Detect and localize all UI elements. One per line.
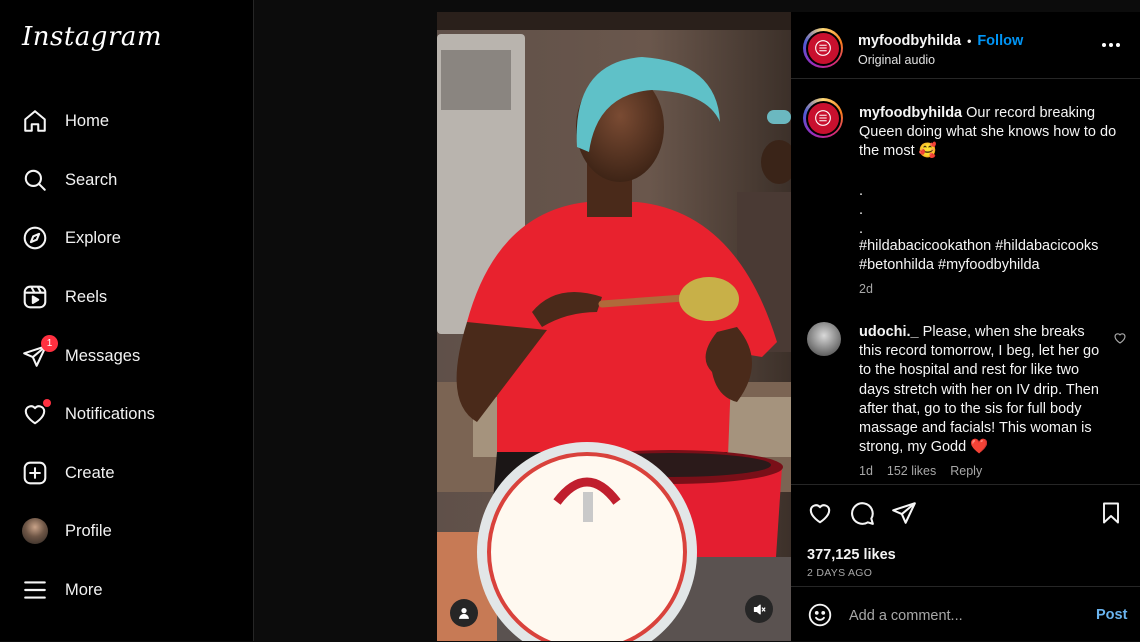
- nav-explore-label: Explore: [65, 228, 121, 247]
- instagram-logo[interactable]: Instagram: [22, 22, 162, 52]
- post-video[interactable]: [437, 12, 791, 641]
- more-options-button[interactable]: [1101, 38, 1121, 52]
- post-date: 2 DAYS AGO: [807, 567, 873, 579]
- heart-icon: [809, 504, 831, 524]
- post-actions: 377,125 likes 2 DAYS AGO: [791, 484, 1140, 599]
- comment-like-button[interactable]: [1113, 331, 1127, 345]
- save-button[interactable]: [1099, 500, 1123, 526]
- nav-more[interactable]: More: [22, 575, 103, 605]
- nav-explore[interactable]: Explore: [22, 223, 121, 253]
- brand-logo-icon: [815, 40, 831, 56]
- messages-badge: 1: [41, 335, 58, 352]
- caption-hashtags[interactable]: #hildabacicookathon #hildabacicooks #bet…: [859, 237, 1117, 275]
- more-dots-icon: [1102, 43, 1120, 47]
- caption-dot-1: .: [859, 183, 864, 199]
- comment-text: Please, when she breaks this record tomo…: [859, 324, 1100, 456]
- nav-notifications-label: Notifications: [65, 404, 155, 423]
- nav-home-label: Home: [65, 111, 110, 130]
- comment-avatar[interactable]: [807, 322, 841, 356]
- mute-button[interactable]: [745, 595, 773, 623]
- compass-icon: [22, 225, 48, 251]
- post-header: myfoodbyhilda • Follow Original audio: [791, 12, 1140, 79]
- nav-search[interactable]: Search: [22, 165, 117, 195]
- comment-age: 1d: [859, 464, 873, 478]
- notification-dot: [43, 399, 51, 407]
- heart-icon: [22, 399, 51, 427]
- comment-bubble-icon: [851, 502, 874, 525]
- comment-reply-button[interactable]: Reply: [950, 464, 982, 478]
- nav-messages-label: Messages: [65, 346, 141, 365]
- user-icon: [459, 608, 469, 619]
- caption-dot-2: .: [859, 202, 864, 218]
- nav-search-label: Search: [65, 170, 118, 189]
- brand-logo-icon: [815, 110, 831, 126]
- nav-more-label: More: [65, 580, 103, 599]
- avatar: [22, 518, 48, 544]
- tag-user-button[interactable]: [450, 599, 478, 627]
- caption-avatar[interactable]: [803, 98, 843, 138]
- share-button[interactable]: [891, 500, 917, 526]
- nav-home[interactable]: Home: [22, 106, 109, 136]
- nav-create-label: Create: [65, 463, 115, 482]
- bookmark-icon: [1103, 502, 1119, 524]
- nav-reels[interactable]: Reels: [22, 282, 107, 312]
- author-avatar[interactable]: [803, 28, 843, 68]
- paper-plane-icon: 1: [22, 335, 58, 369]
- likes-count[interactable]: 377,125 likes: [807, 547, 896, 563]
- comment-input[interactable]: [847, 604, 1071, 628]
- sidebar: Instagram Home Search Explore Reels 1 Me…: [0, 0, 254, 641]
- post-comment-button[interactable]: Post: [1096, 607, 1127, 623]
- muted-speaker-icon: [753, 604, 766, 614]
- reels-icon: [22, 284, 48, 310]
- like-button[interactable]: [807, 500, 833, 526]
- hamburger-icon: [22, 577, 48, 603]
- comment-meta: 1d 152 likes Reply: [859, 464, 982, 478]
- original-audio-link[interactable]: Original audio: [858, 53, 935, 67]
- nav-reels-label: Reels: [65, 287, 108, 306]
- comment-likes[interactable]: 152 likes: [887, 464, 936, 478]
- comment: udochi._ Please, when she breaks this re…: [859, 323, 1109, 457]
- home-icon: [22, 108, 48, 134]
- nav-notifications[interactable]: Notifications: [22, 399, 155, 429]
- comment-button[interactable]: [849, 500, 875, 526]
- video-frame-illustration: [437, 12, 791, 641]
- post-caption: myfoodbyhilda Our record breaking Queen …: [859, 104, 1121, 162]
- nav-create[interactable]: Create: [22, 458, 115, 488]
- nav-profile-label: Profile: [65, 521, 112, 540]
- heart-outline-icon: [1114, 333, 1126, 344]
- author-username[interactable]: myfoodbyhilda: [858, 33, 961, 49]
- paper-plane-icon: [892, 502, 916, 524]
- emoji-icon: [808, 603, 832, 627]
- caption-username[interactable]: myfoodbyhilda: [859, 105, 962, 121]
- header-separator: •: [967, 34, 972, 48]
- post-panel: myfoodbyhilda • Follow Original audio my…: [791, 12, 1140, 641]
- nav-messages[interactable]: 1 Messages: [22, 335, 141, 371]
- nav-profile[interactable]: Profile: [22, 516, 112, 546]
- caption-age: 2d: [859, 282, 873, 296]
- profile-avatar-wrap: [22, 518, 48, 544]
- add-comment-bar: Post: [791, 586, 1140, 642]
- follow-button[interactable]: Follow: [977, 33, 1023, 49]
- emoji-button[interactable]: [807, 602, 833, 628]
- search-icon: [22, 167, 48, 193]
- comment-username[interactable]: udochi._: [859, 324, 919, 340]
- plus-square-icon: [22, 460, 48, 486]
